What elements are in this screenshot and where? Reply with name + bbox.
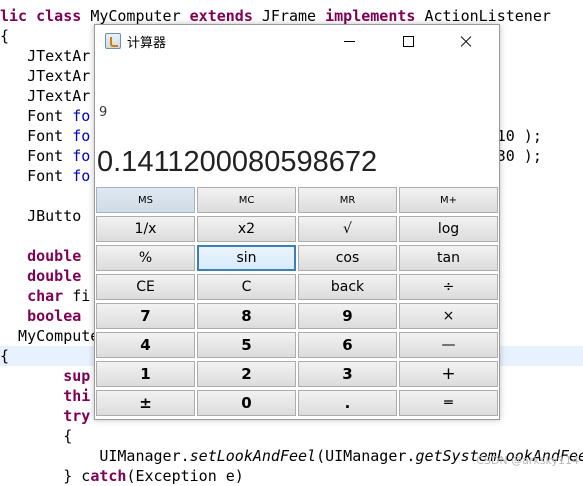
- code-token: fi: [72, 287, 91, 305]
- code-token: ActionListener: [424, 7, 551, 25]
- code-token: double: [0, 247, 82, 265]
- calculator-window[interactable]: 计算器 9 0.1411200080598672 MS MC MR M+ 1/x x2 √ l…: [94, 24, 500, 420]
- code-token: Font: [0, 127, 73, 145]
- code-token: JTextAr: [0, 67, 91, 85]
- key-11[interactable]: tan: [399, 245, 498, 271]
- key-12[interactable]: CE: [96, 274, 195, 300]
- key-21[interactable]: 5: [197, 332, 296, 358]
- key-3[interactable]: M+: [399, 187, 498, 213]
- code-token: {: [0, 27, 10, 45]
- key-31[interactable]: ═: [399, 390, 498, 416]
- code-token: atch: [90, 467, 127, 485]
- window-title: 计算器: [127, 36, 167, 51]
- key-4[interactable]: 1/x: [96, 216, 195, 242]
- key-24[interactable]: 1: [96, 361, 195, 387]
- key-28[interactable]: ±: [96, 390, 195, 416]
- code-token: JFrame: [261, 7, 326, 25]
- key-1[interactable]: MC: [197, 187, 296, 213]
- code-token: char: [0, 287, 73, 305]
- code-line: {: [0, 426, 583, 446]
- code-token: Font: [0, 107, 73, 125]
- minimize-button[interactable]: [327, 25, 373, 57]
- key-26[interactable]: 3: [298, 361, 397, 387]
- java-app-icon: [105, 33, 121, 49]
- key-15[interactable]: ÷: [399, 274, 498, 300]
- code-token: try: [63, 407, 91, 425]
- key-17[interactable]: 8: [197, 303, 296, 329]
- code-token: thi: [63, 387, 91, 405]
- key-13[interactable]: C: [197, 274, 296, 300]
- code-token: double: [0, 267, 82, 285]
- key-8[interactable]: %: [96, 245, 195, 271]
- code-token: Font: [0, 147, 73, 165]
- code-token: implements: [325, 7, 425, 25]
- code-token: (UIManager.: [316, 447, 416, 465]
- result-display: 0.1411200080598672: [97, 146, 378, 178]
- history-display: 9: [99, 105, 108, 120]
- keypad: MS MC MR M+ 1/x x2 √ log% sin cos tan CE Cback ÷ 7 8 9 × 4…: [96, 187, 499, 419]
- code-token: UIManager.: [0, 447, 190, 465]
- code-token: MyCompute: [0, 327, 100, 345]
- key-18[interactable]: 9: [298, 303, 397, 329]
- key-30[interactable]: .: [298, 390, 397, 416]
- key-2[interactable]: MR: [298, 187, 397, 213]
- code-token: } c: [0, 467, 91, 485]
- code-token: {: [0, 347, 10, 365]
- code-token: fo: [72, 127, 91, 145]
- code-token: setLookAndFeel: [189, 447, 317, 465]
- key-20[interactable]: 4: [96, 332, 195, 358]
- code-line: } catch(Exception e): [0, 466, 583, 486]
- close-button[interactable]: [443, 25, 489, 57]
- code-token: boolea: [0, 307, 82, 325]
- code-token: JTextAr: [0, 87, 91, 105]
- key-6[interactable]: √: [298, 216, 397, 242]
- code-token: MyComputer: [90, 7, 190, 25]
- maximize-button[interactable]: [385, 25, 431, 57]
- key-7[interactable]: log: [399, 216, 498, 242]
- code-token: sup: [63, 367, 91, 385]
- key-25[interactable]: 2: [197, 361, 296, 387]
- key-5[interactable]: x2: [197, 216, 296, 242]
- key-0[interactable]: MS: [96, 187, 195, 213]
- code-token: {: [0, 427, 73, 445]
- key-14[interactable]: back: [298, 274, 397, 300]
- code-token: fo: [72, 167, 91, 185]
- key-10[interactable]: cos: [298, 245, 397, 271]
- code-token: JButto: [0, 207, 82, 225]
- code-token: lic class: [0, 7, 91, 25]
- code-token: Font: [0, 167, 73, 185]
- code-token: fo: [72, 107, 91, 125]
- key-16[interactable]: 7: [96, 303, 195, 329]
- code-token: JTextAr: [0, 47, 91, 65]
- code-token: (Exception e): [126, 467, 244, 485]
- code-line: lic class MyComputer extends JFrame impl…: [0, 6, 583, 26]
- title-bar[interactable]: 计算器: [95, 25, 499, 57]
- key-29[interactable]: 0: [197, 390, 296, 416]
- key-22[interactable]: 6: [298, 332, 397, 358]
- code-token: extends: [189, 7, 262, 25]
- key-19[interactable]: ×: [399, 303, 498, 329]
- watermark: CSDN @arksky114: [476, 454, 579, 467]
- key-9[interactable]: sin: [197, 245, 296, 271]
- key-27[interactable]: +: [399, 361, 498, 387]
- code-token: fo: [72, 147, 91, 165]
- key-23[interactable]: —: [399, 332, 498, 358]
